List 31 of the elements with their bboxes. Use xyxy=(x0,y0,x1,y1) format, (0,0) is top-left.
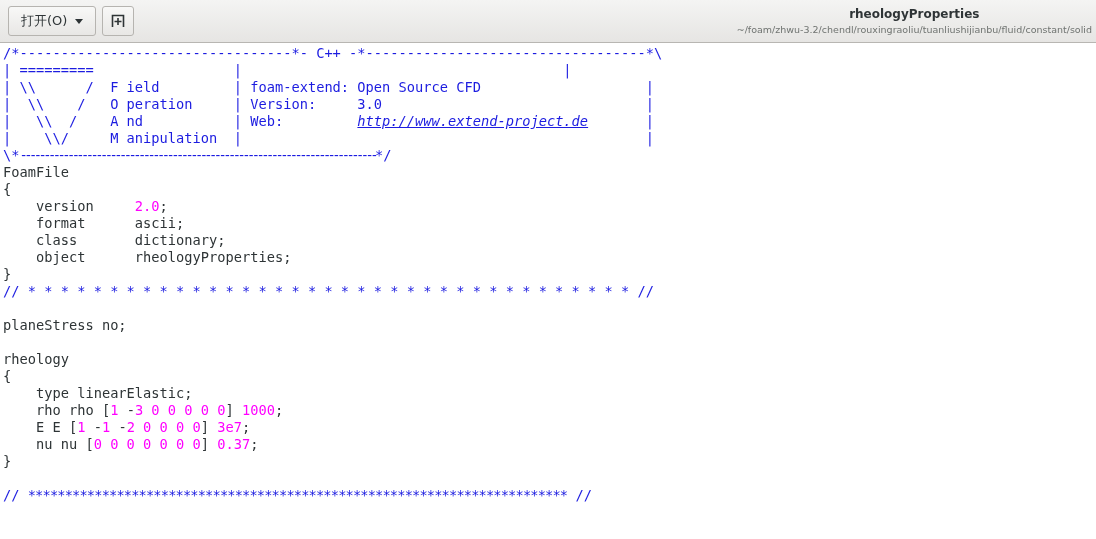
code-line: | \\ / F ield | foam-extend: Open Source CFD | xyxy=(3,79,654,96)
code-line: | \\/ M anipulation | | xyxy=(3,130,654,147)
code-line: rheology xyxy=(3,351,69,368)
code-line: } xyxy=(3,453,12,470)
caret-icon xyxy=(75,18,84,24)
open-button[interactable]: 打开(O) xyxy=(8,6,97,36)
window-title: rheologyProperties xyxy=(849,7,980,21)
code-line: nu nu [0 0 0 0 0 0 0] 0.37; xyxy=(34,436,259,453)
code-line: planeStress no; xyxy=(3,317,127,334)
code-line: class dictionary; xyxy=(34,232,226,249)
code-line: /*---------------------------------*- C++ -*----------------------------------*\ xyxy=(3,45,663,62)
code-line: version 2.0; xyxy=(34,198,168,215)
new-tab-button[interactable] xyxy=(102,6,135,36)
code-line: FoamFile xyxy=(3,164,69,181)
code-line: | ========= | | xyxy=(3,62,572,79)
code-line: | \\ / A nd | Web: http://www.extend-project.de | xyxy=(3,113,655,130)
code-line: { xyxy=(3,368,12,385)
link[interactable]: http://www.extend-project.de xyxy=(357,113,589,129)
code-line: // * * * * * * * * * * * * * * * * * * * * * * * * * * * * * * * * * * * * * // xyxy=(3,283,654,300)
code-line: | \\ / O peration | Version: 3.0 | xyxy=(3,96,654,113)
code-line: object rheologyProperties; xyxy=(34,249,292,266)
code-line: format ascii; xyxy=(34,215,185,232)
code-line: { xyxy=(3,181,12,198)
code-line: rho rho [1 -3 0 0 0 0 0] 1000; xyxy=(34,402,284,419)
code-line: type linearElastic; xyxy=(34,385,193,402)
code-line: } xyxy=(3,266,12,283)
file-path: ~/foam/zhwu-3.2/chendl/rouxingraoliu/tuanliushijianbu/fluid/constant/solid xyxy=(736,24,1092,35)
new-tab-icon xyxy=(111,14,126,28)
code-line: \*---------------------------------------------------------------------------*/ xyxy=(3,147,392,164)
code-line: E E [1 -1 -2 0 0 0 0] 3e7; xyxy=(34,419,251,436)
code-line: // ************************************************************************* // xyxy=(3,487,592,504)
